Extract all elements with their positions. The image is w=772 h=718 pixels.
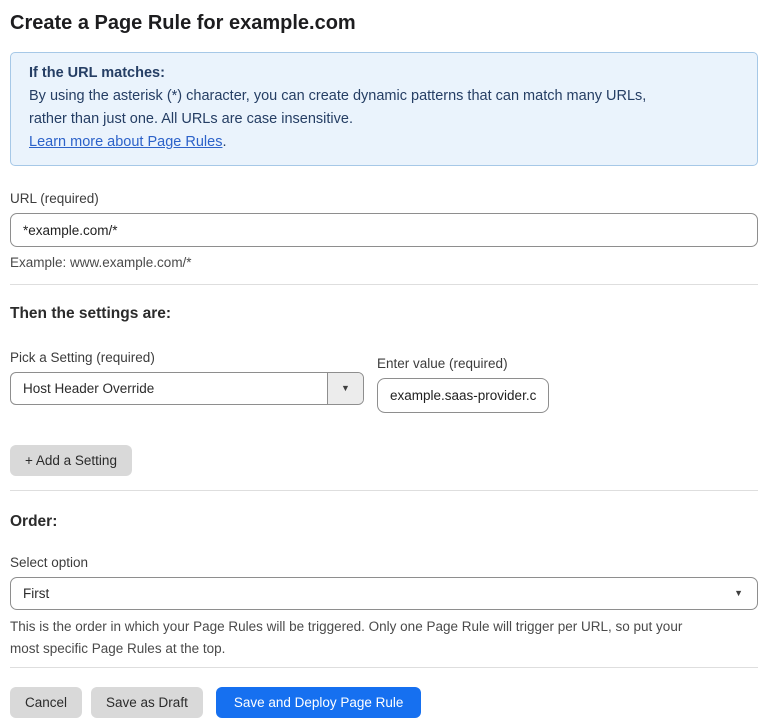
settings-section-heading: Then the settings are: [10,305,172,322]
setting-value-column: Enter value (required) [377,349,549,413]
divider [10,490,758,491]
order-helper-line1: This is the order in which your Page Rul… [10,619,683,634]
dropdown-arrow-icon: ▼ [734,588,743,598]
info-box-body-line1: By using the asterisk (*) character, you… [29,88,647,104]
save-as-draft-button[interactable]: Save as Draft [91,687,203,718]
url-input[interactable] [10,213,758,247]
cancel-button[interactable]: Cancel [10,687,83,718]
select-option-label: Select option [10,555,89,570]
page-title: Create a Page Rule for example.com [10,12,356,34]
divider [10,284,758,285]
dropdown-arrow-icon: ▼ [341,383,350,393]
setting-select-arrow-button[interactable]: ▼ [327,373,363,404]
setting-picker-column: Pick a Setting (required) Host Header Ov… [10,349,364,405]
save-and-deploy-button[interactable]: Save and Deploy Page Rule [215,687,422,718]
pick-setting-label: Pick a Setting (required) [10,350,155,365]
url-label: URL (required) [10,191,99,206]
settings-row: Pick a Setting (required) Host Header Ov… [10,349,758,413]
divider [10,667,758,668]
order-section-heading: Order: [10,513,58,530]
info-box-heading: If the URL matches: [29,65,165,81]
link-suffix: . [222,134,227,150]
add-setting-button[interactable]: + Add a Setting [10,445,132,476]
create-page-rule-form: Create a Page Rule for example.com If th… [0,0,772,718]
info-box-body-line2: rather than just one. All URLs are case … [29,111,353,127]
order-select-value: First [23,586,50,601]
footer-actions: Cancel Save as Draft Save and Deploy Pag… [10,687,758,718]
setting-value-input[interactable] [377,378,549,413]
setting-select-value: Host Header Override [23,381,155,396]
enter-value-label: Enter value (required) [377,356,508,371]
setting-select[interactable]: Host Header Override ▼ [10,372,364,405]
order-helper-line2: most specific Page Rules at the top. [10,641,226,656]
url-match-info-box: If the URL matches: By using the asteris… [10,52,758,166]
order-helper-text: This is the order in which your Page Rul… [10,616,758,660]
url-example-helper: Example: www.example.com/* [10,255,192,270]
order-select[interactable]: First ▼ [10,577,758,610]
learn-more-link[interactable]: Learn more about Page Rules [29,134,222,150]
order-select-arrow: ▼ [734,578,757,609]
